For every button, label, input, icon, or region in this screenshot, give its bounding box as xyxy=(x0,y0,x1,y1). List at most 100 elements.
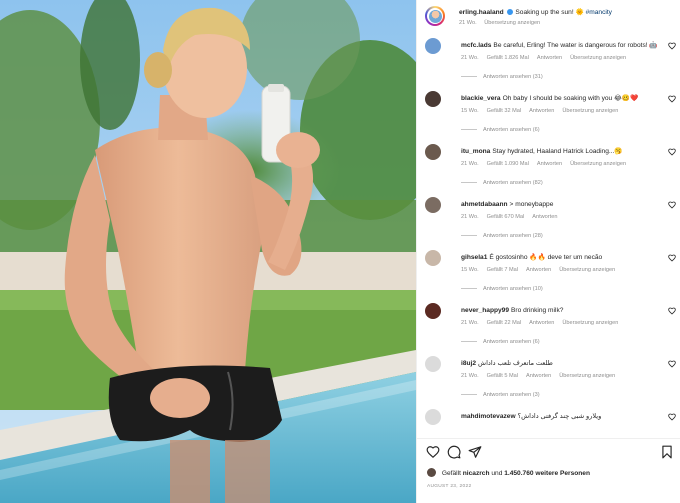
heart-outline-icon[interactable] xyxy=(426,445,440,459)
comment-like-heart-icon[interactable] xyxy=(667,201,677,211)
comment-like-count[interactable]: Gefällt 1.090 Mal xyxy=(487,161,529,167)
comment-like-count[interactable]: Gefällt 1.826 Mal xyxy=(487,55,529,61)
comment-meta: 21 Wo. Gefällt 670 Mal Antworten xyxy=(461,214,565,220)
commenter-username[interactable]: never_happy99 xyxy=(461,307,509,314)
comment-reply-button[interactable]: Antworten xyxy=(529,108,554,114)
comment-text: Bro drinking milk? xyxy=(511,307,564,314)
commenter-username[interactable]: gihsela1 xyxy=(461,254,487,261)
author-username[interactable]: erling.haaland xyxy=(459,9,504,16)
comment-time[interactable]: 21 Wo. xyxy=(461,161,479,167)
comment-item: mcfc.lads Be careful, Erling! The water i… xyxy=(425,38,677,88)
comment-reply-button[interactable]: Antworten xyxy=(526,267,551,273)
commenter-avatar[interactable] xyxy=(425,91,441,107)
view-replies-label: Antworten ansehen (28) xyxy=(483,233,543,239)
replies-divider xyxy=(461,394,477,396)
replies-divider xyxy=(461,129,477,131)
replies-divider xyxy=(461,182,477,184)
comment-reply-button[interactable]: Antworten xyxy=(526,373,551,379)
comment-text: Be careful, Erling! The water is dangero… xyxy=(493,42,657,49)
likes-count[interactable]: 1.450.760 weitere Personen xyxy=(504,470,590,477)
hashtag-link[interactable]: #mancity xyxy=(586,9,612,16)
view-replies-button[interactable]: Antworten ansehen (6) xyxy=(461,127,540,133)
commenter-avatar[interactable] xyxy=(425,303,441,319)
comment-translate-button[interactable]: Übersetzung anzeigen xyxy=(562,320,618,326)
view-replies-button[interactable]: Antworten ansehen (82) xyxy=(461,180,543,186)
commenter-avatar[interactable] xyxy=(425,250,441,266)
comment-time[interactable]: 21 Wo. xyxy=(461,320,479,326)
comment-reply-button[interactable]: Antworten xyxy=(537,161,562,167)
comment-time[interactable]: 21 Wo. xyxy=(461,373,479,379)
comment-list[interactable]: mcfc.lads Be careful, Erling! The water i… xyxy=(417,38,680,438)
caption-translate[interactable]: Übersetzung anzeigen xyxy=(484,20,540,26)
author-avatar[interactable] xyxy=(425,6,445,26)
comment-like-heart-icon[interactable] xyxy=(667,42,677,52)
comment-time[interactable]: 21 Wo. xyxy=(461,214,479,220)
view-replies-label: Antworten ansehen (10) xyxy=(483,286,543,292)
comment-like-heart-icon[interactable] xyxy=(667,307,677,317)
comment-like-count[interactable]: Gefällt 22 Mal xyxy=(487,320,522,326)
view-replies-label: Antworten ansehen (6) xyxy=(483,127,540,133)
commenter-avatar[interactable] xyxy=(425,144,441,160)
comment-reply-button[interactable]: Antworten xyxy=(532,214,557,220)
commenter-avatar[interactable] xyxy=(425,356,441,372)
commenter-username[interactable]: blackie_vera xyxy=(461,95,501,102)
comment-meta: 21 Wo. Gefällt 1.090 Mal Antworten Übersetz… xyxy=(461,161,634,167)
comment-like-heart-icon[interactable] xyxy=(667,148,677,158)
post-photo[interactable] xyxy=(0,0,416,503)
comment-text: طلعت ماتعرف تلعب داداش xyxy=(478,360,553,367)
likes-user[interactable]: nicazrch xyxy=(463,470,490,477)
view-replies-button[interactable]: Antworten ansehen (6) xyxy=(461,339,540,345)
view-replies-label: Antworten ansehen (3) xyxy=(483,392,540,398)
comment-translate-button[interactable]: Übersetzung anzeigen xyxy=(562,108,618,114)
commenter-avatar[interactable] xyxy=(425,197,441,213)
comment-like-count[interactable]: Gefällt 670 Mal xyxy=(487,214,525,220)
paper-plane-icon[interactable] xyxy=(468,445,482,459)
caption-time[interactable]: 21 Wo. xyxy=(459,20,477,26)
comment-time[interactable]: 15 Wo. xyxy=(461,267,479,273)
comment-like-heart-icon[interactable] xyxy=(667,95,677,105)
view-replies-button[interactable]: Antworten ansehen (31) xyxy=(461,74,543,80)
comment-item: mahdimotevazew ویلارو شبی چند گرفتی داداش… xyxy=(425,409,677,438)
post-image xyxy=(0,0,416,503)
view-replies-button[interactable]: Antworten ansehen (3) xyxy=(461,392,540,398)
commenter-username[interactable]: itu_mona xyxy=(461,148,490,155)
caption-meta: 21 Wo. Übersetzung anzeigen xyxy=(459,20,546,26)
likes-middle: und xyxy=(491,470,503,477)
view-replies-button[interactable]: Antworten ansehen (28) xyxy=(461,233,543,239)
likes-prefix: Gefällt xyxy=(441,470,461,477)
comment-text-line: i8uj2 طلعت ماتعرف تلعب داداش xyxy=(461,359,657,368)
likes-summary[interactable]: Gefällt nicazrch und 1.450.760 weitere P… xyxy=(427,468,590,477)
comment-reply-button[interactable]: Antworten xyxy=(537,55,562,61)
view-replies-button[interactable]: Antworten ansehen (10) xyxy=(461,286,543,292)
comment-like-count[interactable]: Gefällt 5 Mal xyxy=(487,373,518,379)
comment-text-line: blackie_vera Oh baby I should be soaking … xyxy=(461,94,657,103)
view-replies-label: Antworten ansehen (31) xyxy=(483,74,543,80)
action-bar: Gefällt nicazrch und 1.450.760 weitere P… xyxy=(417,438,680,503)
replies-divider xyxy=(461,235,477,237)
comment-translate-button[interactable]: Übersetzung anzeigen xyxy=(570,161,626,167)
commenter-username[interactable]: ahmetdabaann xyxy=(461,201,508,208)
commenter-avatar[interactable] xyxy=(425,38,441,54)
commenter-username[interactable]: mahdimotevazew xyxy=(461,413,516,420)
comment-translate-button[interactable]: Übersetzung anzeigen xyxy=(559,373,615,379)
comment-like-count[interactable]: Gefällt 32 Mal xyxy=(487,108,522,114)
comment-bubble-icon[interactable] xyxy=(447,445,461,459)
comment-translate-button[interactable]: Übersetzung anzeigen xyxy=(570,55,626,61)
caption-emoji: 🌞 xyxy=(575,9,584,16)
commenter-username[interactable]: i8uj2 xyxy=(461,360,476,367)
comment-text: > moneybappe xyxy=(509,201,554,208)
comment-time[interactable]: 21 Wo. xyxy=(461,55,479,61)
comment-like-heart-icon[interactable] xyxy=(667,254,677,264)
comment-like-heart-icon[interactable] xyxy=(667,360,677,370)
bookmark-icon[interactable] xyxy=(660,445,674,459)
replies-divider xyxy=(461,76,477,78)
comment-like-heart-icon[interactable] xyxy=(667,413,677,423)
comment-reply-button[interactable]: Antworten xyxy=(529,320,554,326)
comment-like-count[interactable]: Gefällt 7 Mal xyxy=(487,267,518,273)
commenter-avatar[interactable] xyxy=(425,409,441,425)
comment-time[interactable]: 15 Wo. xyxy=(461,108,479,114)
commenter-username[interactable]: mcfc.lads xyxy=(461,42,491,49)
comments-panel: erling.haaland Soaking up the sun! 🌞 #ma… xyxy=(416,0,680,503)
comment-translate-button[interactable]: Übersetzung anzeigen xyxy=(559,267,615,273)
post-caption: erling.haaland Soaking up the sun! 🌞 #ma… xyxy=(425,6,673,34)
